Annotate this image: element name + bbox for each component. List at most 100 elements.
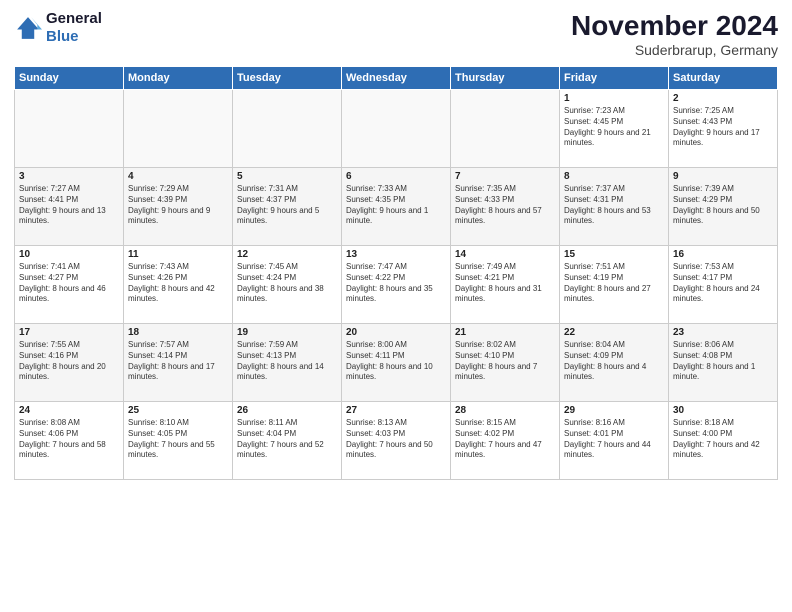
day-number: 4 <box>128 171 228 182</box>
day-number: 1 <box>564 93 664 104</box>
day-info: Sunrise: 8:18 AMSunset: 4:00 PMDaylight:… <box>673 418 773 461</box>
day-info: Sunrise: 8:02 AMSunset: 4:10 PMDaylight:… <box>455 340 555 383</box>
day-number: 15 <box>564 249 664 260</box>
day-number: 8 <box>564 171 664 182</box>
day-number: 5 <box>237 171 337 182</box>
day-cell: 8 Sunrise: 7:37 AMSunset: 4:31 PMDaylight… <box>560 168 669 246</box>
logo-text: General Blue <box>46 10 102 46</box>
day-cell: 9 Sunrise: 7:39 AMSunset: 4:29 PMDaylight… <box>669 168 778 246</box>
day-info: Sunrise: 7:37 AMSunset: 4:31 PMDaylight:… <box>564 184 664 227</box>
day-cell <box>451 90 560 168</box>
day-number: 13 <box>346 249 446 260</box>
day-cell: 4 Sunrise: 7:29 AMSunset: 4:39 PMDaylight… <box>124 168 233 246</box>
month-title: November 2024 <box>571 10 778 42</box>
day-info: Sunrise: 7:35 AMSunset: 4:33 PMDaylight:… <box>455 184 555 227</box>
logo-icon <box>14 14 42 42</box>
day-info: Sunrise: 7:27 AMSunset: 4:41 PMDaylight:… <box>19 184 119 227</box>
day-number: 27 <box>346 405 446 416</box>
day-number: 30 <box>673 405 773 416</box>
day-cell <box>15 90 124 168</box>
day-number: 17 <box>19 327 119 338</box>
week-row-3: 10 Sunrise: 7:41 AMSunset: 4:27 PMDayligh… <box>15 246 778 324</box>
day-number: 29 <box>564 405 664 416</box>
week-row-4: 17 Sunrise: 7:55 AMSunset: 4:16 PMDayligh… <box>15 324 778 402</box>
day-cell: 15 Sunrise: 7:51 AMSunset: 4:19 PMDayligh… <box>560 246 669 324</box>
day-info: Sunrise: 7:41 AMSunset: 4:27 PMDaylight:… <box>19 262 119 305</box>
day-number: 7 <box>455 171 555 182</box>
day-info: Sunrise: 7:43 AMSunset: 4:26 PMDaylight:… <box>128 262 228 305</box>
week-row-5: 24 Sunrise: 8:08 AMSunset: 4:06 PMDayligh… <box>15 402 778 480</box>
day-cell: 16 Sunrise: 7:53 AMSunset: 4:17 PMDayligh… <box>669 246 778 324</box>
day-info: Sunrise: 7:55 AMSunset: 4:16 PMDaylight:… <box>19 340 119 383</box>
day-number: 14 <box>455 249 555 260</box>
day-cell: 1 Sunrise: 7:23 AMSunset: 4:45 PMDaylight… <box>560 90 669 168</box>
day-number: 9 <box>673 171 773 182</box>
day-info: Sunrise: 8:10 AMSunset: 4:05 PMDaylight:… <box>128 418 228 461</box>
day-info: Sunrise: 8:06 AMSunset: 4:08 PMDaylight:… <box>673 340 773 383</box>
day-number: 11 <box>128 249 228 260</box>
day-info: Sunrise: 7:45 AMSunset: 4:24 PMDaylight:… <box>237 262 337 305</box>
day-info: Sunrise: 7:23 AMSunset: 4:45 PMDaylight:… <box>564 106 664 149</box>
day-number: 21 <box>455 327 555 338</box>
day-info: Sunrise: 7:49 AMSunset: 4:21 PMDaylight:… <box>455 262 555 305</box>
day-info: Sunrise: 8:00 AMSunset: 4:11 PMDaylight:… <box>346 340 446 383</box>
day-info: Sunrise: 8:08 AMSunset: 4:06 PMDaylight:… <box>19 418 119 461</box>
day-number: 6 <box>346 171 446 182</box>
title-block: November 2024 Suderbrarup, Germany <box>571 10 778 58</box>
day-number: 18 <box>128 327 228 338</box>
day-cell: 17 Sunrise: 7:55 AMSunset: 4:16 PMDayligh… <box>15 324 124 402</box>
day-info: Sunrise: 7:51 AMSunset: 4:19 PMDaylight:… <box>564 262 664 305</box>
day-cell: 5 Sunrise: 7:31 AMSunset: 4:37 PMDaylight… <box>233 168 342 246</box>
header-monday: Monday <box>124 67 233 90</box>
day-number: 3 <box>19 171 119 182</box>
day-cell: 2 Sunrise: 7:25 AMSunset: 4:43 PMDaylight… <box>669 90 778 168</box>
header-thursday: Thursday <box>451 67 560 90</box>
day-info: Sunrise: 7:53 AMSunset: 4:17 PMDaylight:… <box>673 262 773 305</box>
day-number: 16 <box>673 249 773 260</box>
day-cell: 11 Sunrise: 7:43 AMSunset: 4:26 PMDayligh… <box>124 246 233 324</box>
day-info: Sunrise: 8:15 AMSunset: 4:02 PMDaylight:… <box>455 418 555 461</box>
week-row-1: 1 Sunrise: 7:23 AMSunset: 4:45 PMDaylight… <box>15 90 778 168</box>
day-cell: 27Sunrise: 8:13 AMSunset: 4:03 PMDayligh… <box>342 402 451 480</box>
day-cell: 21 Sunrise: 8:02 AMSunset: 4:10 PMDayligh… <box>451 324 560 402</box>
day-cell: 25 Sunrise: 8:10 AMSunset: 4:05 PMDayligh… <box>124 402 233 480</box>
day-cell: 23 Sunrise: 8:06 AMSunset: 4:08 PMDayligh… <box>669 324 778 402</box>
day-info: Sunrise: 8:16 AMSunset: 4:01 PMDaylight:… <box>564 418 664 461</box>
day-info: Sunrise: 7:29 AMSunset: 4:39 PMDaylight:… <box>128 184 228 227</box>
day-cell: 20 Sunrise: 8:00 AMSunset: 4:11 PMDayligh… <box>342 324 451 402</box>
day-cell <box>342 90 451 168</box>
day-info: Sunrise: 7:59 AMSunset: 4:13 PMDaylight:… <box>237 340 337 383</box>
day-cell <box>124 90 233 168</box>
day-number: 19 <box>237 327 337 338</box>
day-cell <box>233 90 342 168</box>
day-info: Sunrise: 7:33 AMSunset: 4:35 PMDaylight:… <box>346 184 446 227</box>
day-number: 20 <box>346 327 446 338</box>
day-cell: 28Sunrise: 8:15 AMSunset: 4:02 PMDayligh… <box>451 402 560 480</box>
day-number: 2 <box>673 93 773 104</box>
day-info: Sunrise: 7:31 AMSunset: 4:37 PMDaylight:… <box>237 184 337 227</box>
day-number: 23 <box>673 327 773 338</box>
day-number: 24 <box>19 405 119 416</box>
header-wednesday: Wednesday <box>342 67 451 90</box>
day-cell: 19 Sunrise: 7:59 AMSunset: 4:13 PMDayligh… <box>233 324 342 402</box>
day-cell: 3 Sunrise: 7:27 AMSunset: 4:41 PMDaylight… <box>15 168 124 246</box>
week-row-2: 3 Sunrise: 7:27 AMSunset: 4:41 PMDaylight… <box>15 168 778 246</box>
day-number: 25 <box>128 405 228 416</box>
day-info: Sunrise: 7:39 AMSunset: 4:29 PMDaylight:… <box>673 184 773 227</box>
page-header: General Blue November 2024 Suderbrarup, … <box>14 10 778 58</box>
day-number: 22 <box>564 327 664 338</box>
day-cell: 14 Sunrise: 7:49 AMSunset: 4:21 PMDayligh… <box>451 246 560 324</box>
day-info: Sunrise: 7:25 AMSunset: 4:43 PMDaylight:… <box>673 106 773 149</box>
day-number: 10 <box>19 249 119 260</box>
location: Suderbrarup, Germany <box>571 42 778 58</box>
header-friday: Friday <box>560 67 669 90</box>
day-info: Sunrise: 7:57 AMSunset: 4:14 PMDaylight:… <box>128 340 228 383</box>
day-cell: 7 Sunrise: 7:35 AMSunset: 4:33 PMDaylight… <box>451 168 560 246</box>
header-tuesday: Tuesday <box>233 67 342 90</box>
day-cell: 13 Sunrise: 7:47 AMSunset: 4:22 PMDayligh… <box>342 246 451 324</box>
day-cell: 12Sunrise: 7:45 AMSunset: 4:24 PMDayligh… <box>233 246 342 324</box>
day-info: Sunrise: 7:47 AMSunset: 4:22 PMDaylight:… <box>346 262 446 305</box>
logo: General Blue <box>14 10 102 46</box>
day-cell: 29 Sunrise: 8:16 AMSunset: 4:01 PMDayligh… <box>560 402 669 480</box>
header-row: SundayMondayTuesdayWednesdayThursdayFrid… <box>15 67 778 90</box>
